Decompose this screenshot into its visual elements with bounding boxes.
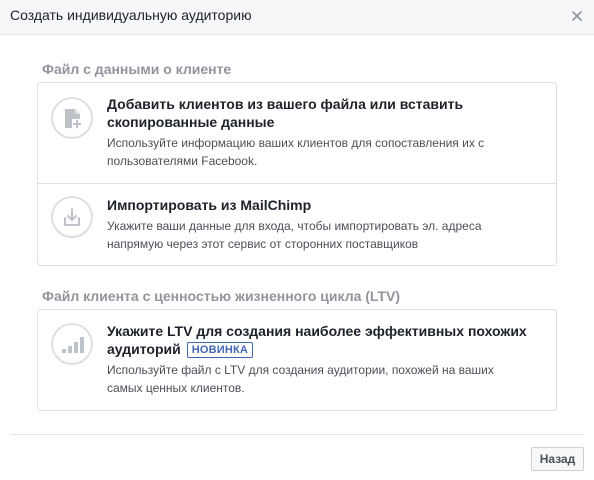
option-ltv[interactable]: Укажите LTV для создания наиболее эффект… xyxy=(38,310,556,410)
import-icon xyxy=(51,196,93,238)
ltv-card: Укажите LTV для создания наиболее эффект… xyxy=(37,309,557,411)
option-description: Используйте файл с LTV для создания ауди… xyxy=(107,363,494,395)
section-title-ltv: Файл клиента с ценностью жизненного цикл… xyxy=(42,288,400,304)
file-add-icon xyxy=(51,97,93,139)
close-icon[interactable] xyxy=(570,7,584,23)
new-badge: НОВИНКА xyxy=(186,342,254,358)
footer-divider xyxy=(10,434,584,435)
option-add-from-file[interactable]: Добавить клиентов из вашего файла или вс… xyxy=(38,83,556,183)
dialog-header: Создать индивидуальную аудиторию xyxy=(0,0,594,35)
section-title-customer-file: Файл с данными о клиенте xyxy=(42,61,232,77)
option-description: Укажите ваши данные для входа, чтобы имп… xyxy=(107,219,482,251)
option-title: Укажите LTV для создания наиболее эффект… xyxy=(107,322,537,358)
option-import-mailchimp[interactable]: Импортировать из MailChimp Укажите ваши … xyxy=(38,183,556,266)
back-button[interactable]: Назад xyxy=(531,447,584,471)
dialog-title: Создать индивидуальную аудиторию xyxy=(10,7,252,23)
option-title-text: Укажите LTV для создания наиболее эффект… xyxy=(107,323,527,357)
customer-file-card: Добавить клиентов из вашего файла или вс… xyxy=(37,82,557,266)
option-title: Добавить клиентов из вашего файла или вс… xyxy=(107,96,464,130)
option-title: Импортировать из MailChimp xyxy=(107,197,312,213)
bar-chart-icon xyxy=(51,323,93,365)
option-description: Используйте информацию ваших клиентов дл… xyxy=(107,136,485,168)
